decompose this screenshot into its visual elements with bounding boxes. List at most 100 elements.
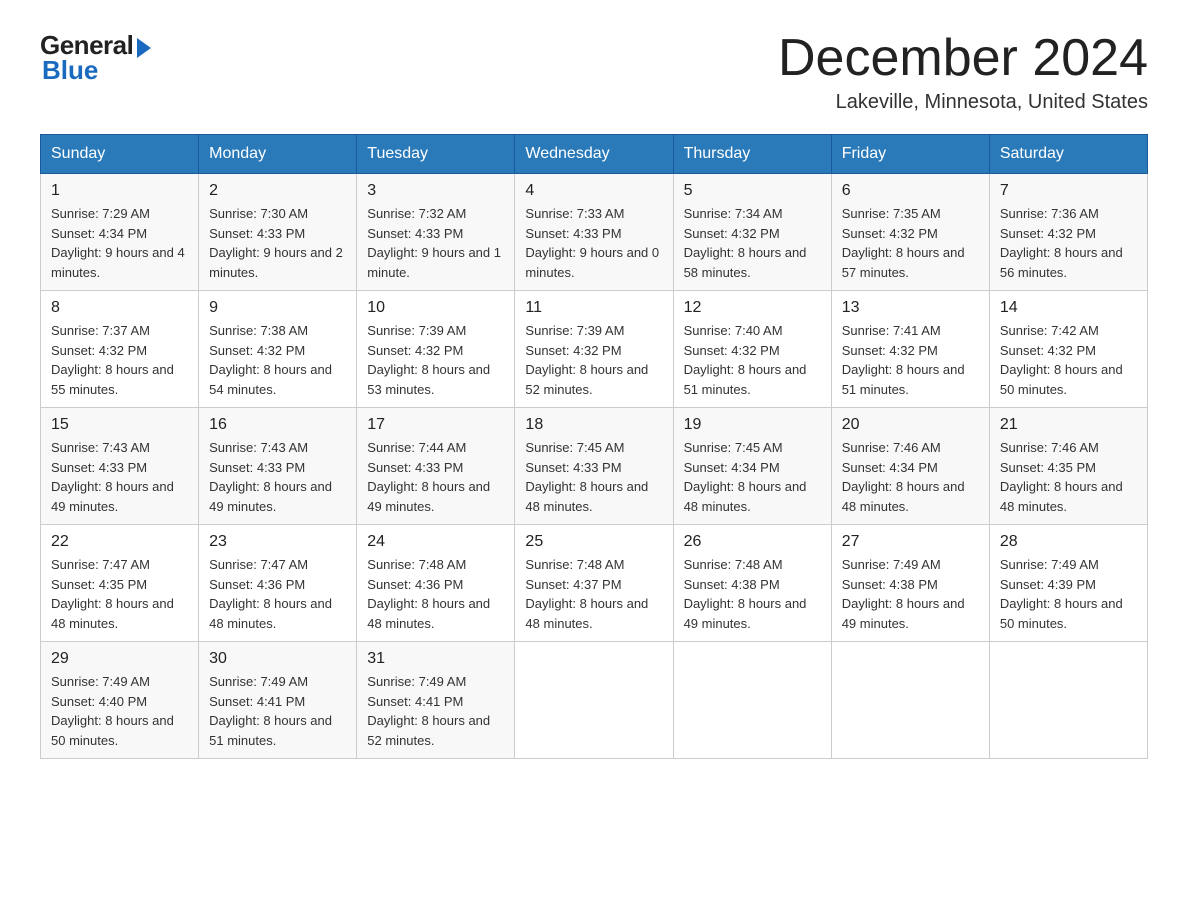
day-number: 25 [525,533,662,551]
day-number: 22 [51,533,188,551]
day-number: 27 [842,533,979,551]
week-row-2: 8 Sunrise: 7:37 AMSunset: 4:32 PMDaylight… [41,291,1148,408]
day-number: 11 [525,299,662,317]
day-number: 9 [209,299,346,317]
day-info: Sunrise: 7:49 AMSunset: 4:41 PMDaylight:… [209,672,346,750]
day-cell: 11 Sunrise: 7:39 AMSunset: 4:32 PMDayligh… [515,291,673,408]
day-info: Sunrise: 7:43 AMSunset: 4:33 PMDaylight:… [51,438,188,516]
day-cell: 2 Sunrise: 7:30 AMSunset: 4:33 PMDaylight… [199,174,357,291]
day-number: 8 [51,299,188,317]
day-info: Sunrise: 7:49 AMSunset: 4:40 PMDaylight:… [51,672,188,750]
day-info: Sunrise: 7:30 AMSunset: 4:33 PMDaylight:… [209,204,346,282]
day-info: Sunrise: 7:35 AMSunset: 4:32 PMDaylight:… [842,204,979,282]
day-info: Sunrise: 7:45 AMSunset: 4:33 PMDaylight:… [525,438,662,516]
logo: General Blue [40,30,151,86]
day-number: 29 [51,650,188,668]
day-info: Sunrise: 7:49 AMSunset: 4:41 PMDaylight:… [367,672,504,750]
day-info: Sunrise: 7:48 AMSunset: 4:36 PMDaylight:… [367,555,504,633]
day-info: Sunrise: 7:45 AMSunset: 4:34 PMDaylight:… [684,438,821,516]
day-info: Sunrise: 7:46 AMSunset: 4:34 PMDaylight:… [842,438,979,516]
day-info: Sunrise: 7:29 AMSunset: 4:34 PMDaylight:… [51,204,188,282]
day-cell [989,642,1147,759]
day-number: 16 [209,416,346,434]
day-cell: 12 Sunrise: 7:40 AMSunset: 4:32 PMDayligh… [673,291,831,408]
day-cell: 3 Sunrise: 7:32 AMSunset: 4:33 PMDaylight… [357,174,515,291]
day-cell: 22 Sunrise: 7:47 AMSunset: 4:35 PMDayligh… [41,525,199,642]
day-cell: 16Sunrise: 7:43 AMSunset: 4:33 PMDayligh… [199,408,357,525]
day-cell: 14 Sunrise: 7:42 AMSunset: 4:32 PMDayligh… [989,291,1147,408]
day-info: Sunrise: 7:47 AMSunset: 4:35 PMDaylight:… [51,555,188,633]
day-number: 3 [367,182,504,200]
day-number: 23 [209,533,346,551]
day-info: Sunrise: 7:39 AMSunset: 4:32 PMDaylight:… [367,321,504,399]
day-info: Sunrise: 7:41 AMSunset: 4:32 PMDaylight:… [842,321,979,399]
day-cell: 4Sunrise: 7:33 AMSunset: 4:33 PMDaylight… [515,174,673,291]
day-cell: 29 Sunrise: 7:49 AMSunset: 4:40 PMDayligh… [41,642,199,759]
day-number: 18 [525,416,662,434]
weekday-header-row: SundayMondayTuesdayWednesdayThursdayFrid… [41,135,1148,174]
day-info: Sunrise: 7:40 AMSunset: 4:32 PMDaylight:… [684,321,821,399]
day-number: 7 [1000,182,1137,200]
day-number: 24 [367,533,504,551]
week-row-3: 15 Sunrise: 7:43 AMSunset: 4:33 PMDayligh… [41,408,1148,525]
day-cell: 5Sunrise: 7:34 AMSunset: 4:32 PMDaylight… [673,174,831,291]
day-number: 12 [684,299,821,317]
day-number: 1 [51,182,188,200]
day-number: 30 [209,650,346,668]
day-cell: 6 Sunrise: 7:35 AMSunset: 4:32 PMDaylight… [831,174,989,291]
day-info: Sunrise: 7:39 AMSunset: 4:32 PMDaylight:… [525,321,662,399]
day-info: Sunrise: 7:36 AMSunset: 4:32 PMDaylight:… [1000,204,1137,282]
weekday-header-tuesday: Tuesday [357,135,515,174]
day-info: Sunrise: 7:44 AMSunset: 4:33 PMDaylight:… [367,438,504,516]
day-number: 13 [842,299,979,317]
day-cell: 21Sunrise: 7:46 AMSunset: 4:35 PMDayligh… [989,408,1147,525]
day-number: 6 [842,182,979,200]
week-row-1: 1 Sunrise: 7:29 AMSunset: 4:34 PMDaylight… [41,174,1148,291]
weekday-header-sunday: Sunday [41,135,199,174]
day-info: Sunrise: 7:38 AMSunset: 4:32 PMDaylight:… [209,321,346,399]
day-info: Sunrise: 7:34 AMSunset: 4:32 PMDaylight:… [684,204,821,282]
day-number: 4 [525,182,662,200]
day-cell: 27 Sunrise: 7:49 AMSunset: 4:38 PMDayligh… [831,525,989,642]
day-cell [831,642,989,759]
day-number: 31 [367,650,504,668]
day-number: 19 [684,416,821,434]
day-cell [515,642,673,759]
day-info: Sunrise: 7:49 AMSunset: 4:38 PMDaylight:… [842,555,979,633]
day-cell: 25Sunrise: 7:48 AMSunset: 4:37 PMDayligh… [515,525,673,642]
day-cell: 28 Sunrise: 7:49 AMSunset: 4:39 PMDayligh… [989,525,1147,642]
month-title: December 2024 [778,30,1148,87]
day-info: Sunrise: 7:47 AMSunset: 4:36 PMDaylight:… [209,555,346,633]
day-number: 17 [367,416,504,434]
day-cell: 1 Sunrise: 7:29 AMSunset: 4:34 PMDaylight… [41,174,199,291]
page-header: General Blue December 2024 Lakeville, Mi… [40,30,1148,114]
title-section: December 2024 Lakeville, Minnesota, Unit… [778,30,1148,114]
calendar-table: SundayMondayTuesdayWednesdayThursdayFrid… [40,134,1148,759]
day-cell: 19 Sunrise: 7:45 AMSunset: 4:34 PMDayligh… [673,408,831,525]
weekday-header-wednesday: Wednesday [515,135,673,174]
weekday-header-friday: Friday [831,135,989,174]
day-info: Sunrise: 7:32 AMSunset: 4:33 PMDaylight:… [367,204,504,282]
day-number: 2 [209,182,346,200]
day-cell: 10Sunrise: 7:39 AMSunset: 4:32 PMDayligh… [357,291,515,408]
day-cell: 9 Sunrise: 7:38 AMSunset: 4:32 PMDaylight… [199,291,357,408]
day-number: 15 [51,416,188,434]
day-number: 20 [842,416,979,434]
location-title: Lakeville, Minnesota, United States [778,91,1148,114]
weekday-header-monday: Monday [199,135,357,174]
day-number: 21 [1000,416,1137,434]
day-cell: 23 Sunrise: 7:47 AMSunset: 4:36 PMDayligh… [199,525,357,642]
day-number: 28 [1000,533,1137,551]
day-cell: 26Sunrise: 7:48 AMSunset: 4:38 PMDayligh… [673,525,831,642]
day-number: 14 [1000,299,1137,317]
day-info: Sunrise: 7:49 AMSunset: 4:39 PMDaylight:… [1000,555,1137,633]
day-cell: 24 Sunrise: 7:48 AMSunset: 4:36 PMDayligh… [357,525,515,642]
week-row-4: 22 Sunrise: 7:47 AMSunset: 4:35 PMDayligh… [41,525,1148,642]
logo-arrow-icon [137,38,151,58]
day-info: Sunrise: 7:42 AMSunset: 4:32 PMDaylight:… [1000,321,1137,399]
day-cell: 8 Sunrise: 7:37 AMSunset: 4:32 PMDaylight… [41,291,199,408]
day-cell: 13 Sunrise: 7:41 AMSunset: 4:32 PMDayligh… [831,291,989,408]
day-cell: 15 Sunrise: 7:43 AMSunset: 4:33 PMDayligh… [41,408,199,525]
day-info: Sunrise: 7:37 AMSunset: 4:32 PMDaylight:… [51,321,188,399]
logo-blue-text: Blue [42,55,98,86]
